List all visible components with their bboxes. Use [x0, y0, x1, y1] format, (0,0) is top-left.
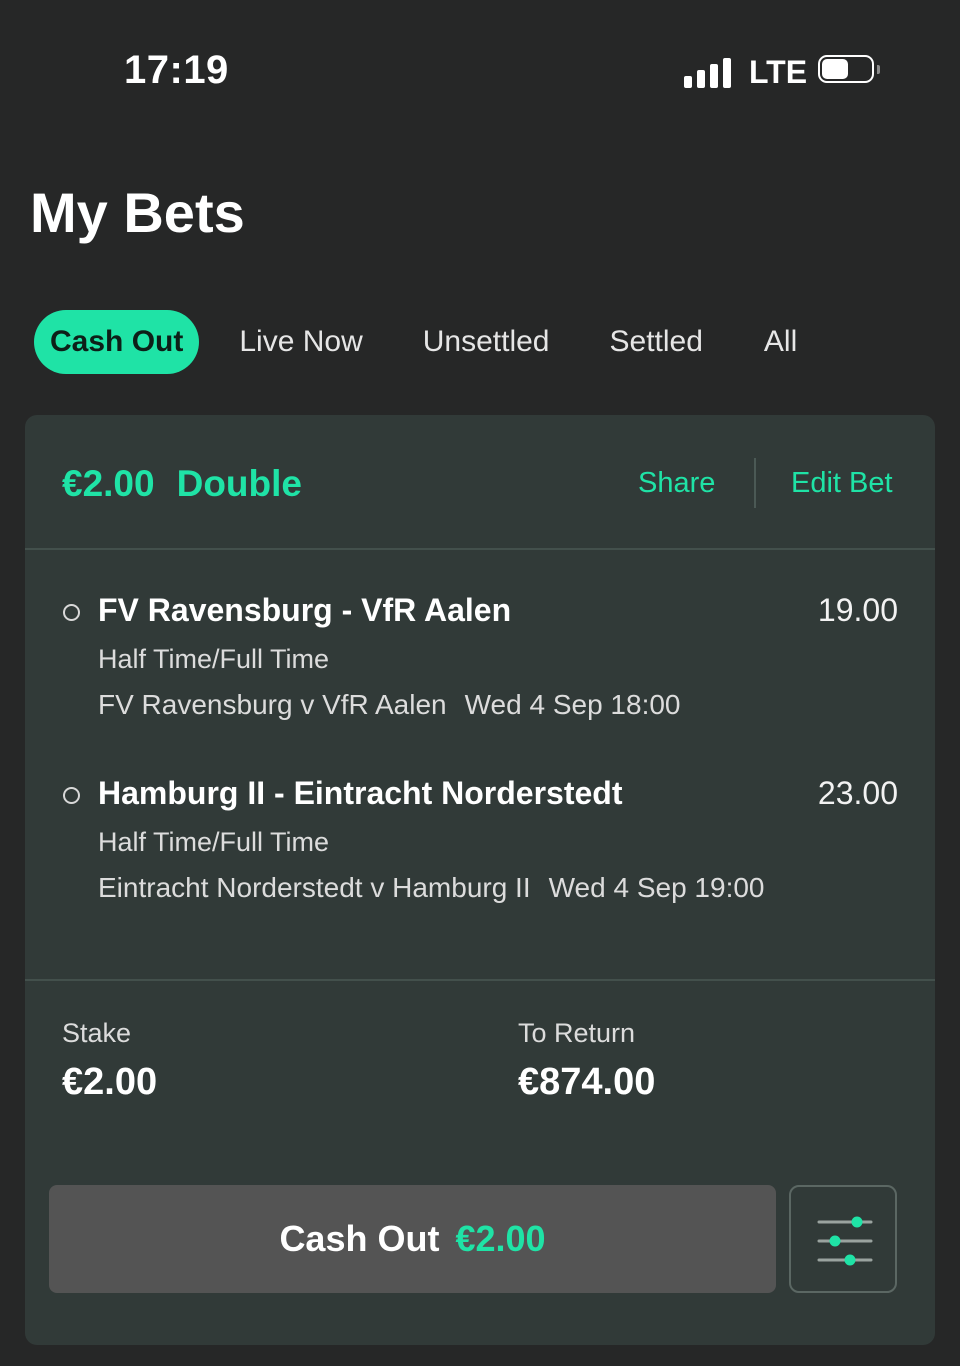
stake-label: Stake [62, 1018, 132, 1048]
bet-filter-tabs: Cash Out Live Now Unsettled Settled All [34, 310, 797, 374]
bet-type: Double [176, 463, 302, 504]
selection-datetime: Wed 4 Sep 18:00 [464, 689, 681, 720]
section-divider [25, 979, 935, 981]
cash-out-button[interactable]: Cash Out €2.00 [49, 1185, 776, 1293]
network-type: LTE [749, 54, 808, 90]
selection-title: Hamburg II - Eintracht Norderstedt [98, 775, 623, 811]
selection-datetime: Wed 4 Sep 19:00 [548, 872, 765, 903]
selection-odds: 19.00 [817, 592, 898, 628]
selection-title: FV Ravensburg - VfR Aalen [98, 592, 512, 628]
battery-icon [818, 55, 880, 85]
tab-all[interactable]: All [764, 325, 797, 359]
status-bar: 17:19 LTE [0, 0, 960, 140]
status-time: 17:19 [124, 48, 229, 92]
cash-out-label: Cash Out [279, 1218, 440, 1259]
selection-odds: 23.00 [817, 775, 898, 811]
selection-event: Eintracht Norderstedt v Hamburg II Wed 4 … [98, 870, 798, 906]
selection-event: FV Ravensburg v VfR Aalen Wed 4 Sep 18:00 [98, 687, 798, 723]
page-title: My Bets [30, 181, 245, 244]
tab-unsettled[interactable]: Unsettled [423, 325, 550, 359]
sliders-icon [817, 1216, 873, 1266]
signal-bars-icon [684, 56, 732, 88]
share-button[interactable]: Share [638, 467, 715, 500]
selection-event-name: Eintracht Norderstedt v Hamburg II [98, 872, 531, 903]
edit-bet-button[interactable]: Edit Bet [791, 467, 893, 500]
cash-out-settings-button[interactable] [789, 1185, 897, 1293]
header-divider [754, 458, 756, 508]
to-return-value: €874.00 [518, 1061, 656, 1103]
selection-status-icon [63, 604, 80, 621]
stake-value: €2.00 [62, 1061, 158, 1103]
cash-out-amount: €2.00 [455, 1218, 546, 1259]
selection-status-icon [63, 787, 80, 804]
bet-card: €2.00 Double Share Edit Bet FV Ravensburg… [25, 415, 935, 1345]
bet-title: €2.00 Double [62, 463, 302, 505]
to-return-label: To Return [518, 1018, 636, 1048]
bet-card-header: €2.00 Double Share Edit Bet [25, 415, 935, 550]
selection-market: Half Time/Full Time [98, 827, 330, 857]
tab-settled[interactable]: Settled [610, 325, 703, 359]
tab-cash-out[interactable]: Cash Out [34, 310, 200, 374]
selection-market: Half Time/Full Time [98, 644, 330, 674]
selection-event-name: FV Ravensburg v VfR Aalen [98, 689, 447, 720]
tab-live-now[interactable]: Live Now [239, 325, 362, 359]
bet-stake-amount: €2.00 [62, 463, 155, 504]
